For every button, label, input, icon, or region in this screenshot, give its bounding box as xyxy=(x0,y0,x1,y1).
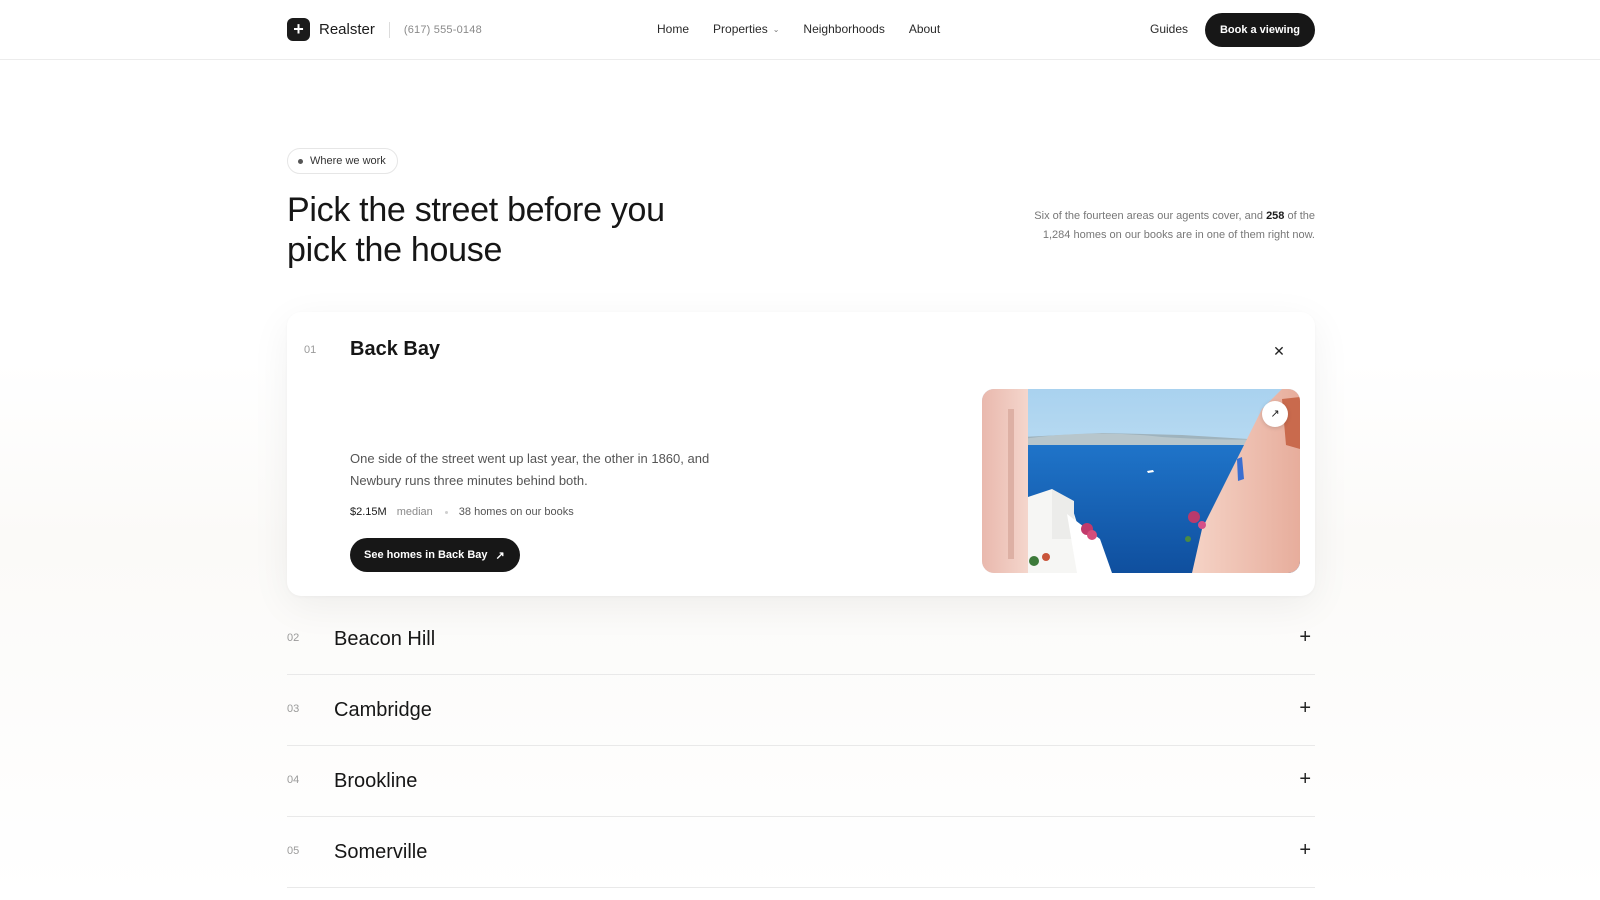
area-title[interactable]: Back Bay xyxy=(350,338,440,361)
area-number: 05 xyxy=(287,845,300,857)
area-number: 03 xyxy=(287,703,300,715)
area-card-expanded: 01 Back Bay ✕ One side of the street wen… xyxy=(287,312,1315,596)
nav-properties[interactable]: Properties ⌄ xyxy=(713,22,779,36)
area-row-somerville[interactable]: 05 Somerville + xyxy=(287,817,1315,888)
hero-description: Six of the fourteen areas our agents cov… xyxy=(1030,207,1315,245)
section-tag-label: Where we work xyxy=(310,155,386,167)
logo-plus-icon: + xyxy=(287,18,310,41)
section-tag: Where we work xyxy=(287,148,398,174)
area-title: Cambridge xyxy=(334,699,432,721)
nav-about[interactable]: About xyxy=(909,22,940,36)
area-number: 01 xyxy=(304,344,317,356)
area-number: 04 xyxy=(287,774,300,786)
area-description: One side of the street went up last year… xyxy=(350,451,710,488)
area-photo[interactable]: ↗ xyxy=(982,389,1300,573)
area-meta: $2.15M median 38 homes on our books xyxy=(350,506,574,518)
area-row-cambridge[interactable]: 03 Cambridge + xyxy=(287,675,1315,746)
plus-icon[interactable]: + xyxy=(1299,626,1311,649)
meta-divider xyxy=(444,510,448,514)
chevron-down-icon: ⌄ xyxy=(772,24,780,34)
area-row-brookline[interactable]: 04 Brookline + xyxy=(287,746,1315,817)
plus-icon[interactable]: + xyxy=(1299,768,1311,791)
brand-name: Realster xyxy=(319,21,375,38)
dot-icon xyxy=(298,158,303,164)
brand[interactable]: + Realster (617) 555-0148 xyxy=(287,18,482,41)
nav-guides[interactable]: Guides xyxy=(1150,22,1188,36)
area-title: Beacon Hill xyxy=(334,628,436,650)
site-header: + Realster (617) 555-0148 Home Propertie… xyxy=(0,0,1600,60)
area-number: 02 xyxy=(287,632,300,644)
homes-count: 38 homes on our books xyxy=(458,506,574,518)
hero-desc-highlight: 258 xyxy=(1266,210,1285,222)
coastal-village-image xyxy=(982,389,1300,573)
brand-divider xyxy=(388,21,390,38)
hero-desc-before: Six of the fourteen areas our agents cov… xyxy=(1034,210,1267,222)
median-label: median xyxy=(396,506,433,518)
nav-properties-label: Properties xyxy=(713,22,768,36)
area-title: Brookline xyxy=(334,770,418,792)
phone-number[interactable]: (617) 555-0148 xyxy=(404,24,482,36)
page-title: Pick the street before you pick the hous… xyxy=(287,191,665,269)
plus-icon[interactable]: + xyxy=(1299,839,1311,862)
see-homes-button[interactable]: See homes in Back Bay ↗ xyxy=(350,538,520,572)
plus-icon[interactable]: + xyxy=(1299,697,1311,720)
see-homes-label: See homes in Back Bay xyxy=(364,549,488,561)
arrow-up-right-icon: ↗ xyxy=(495,549,505,562)
area-title: Somerville xyxy=(334,841,428,863)
area-row-beacon-hill[interactable]: 02 Beacon Hill + xyxy=(287,604,1315,675)
book-viewing-button[interactable]: Book a viewing xyxy=(1205,13,1315,47)
close-icon[interactable]: ✕ xyxy=(1270,342,1288,360)
median-price: $2.15M xyxy=(350,506,387,518)
nav-home[interactable]: Home xyxy=(657,22,689,36)
open-photo-arrow-icon[interactable]: ↗ xyxy=(1262,401,1288,427)
main-nav: Home Properties ⌄ Neighborhoods About xyxy=(657,22,940,36)
nav-neighborhoods[interactable]: Neighborhoods xyxy=(803,22,884,36)
